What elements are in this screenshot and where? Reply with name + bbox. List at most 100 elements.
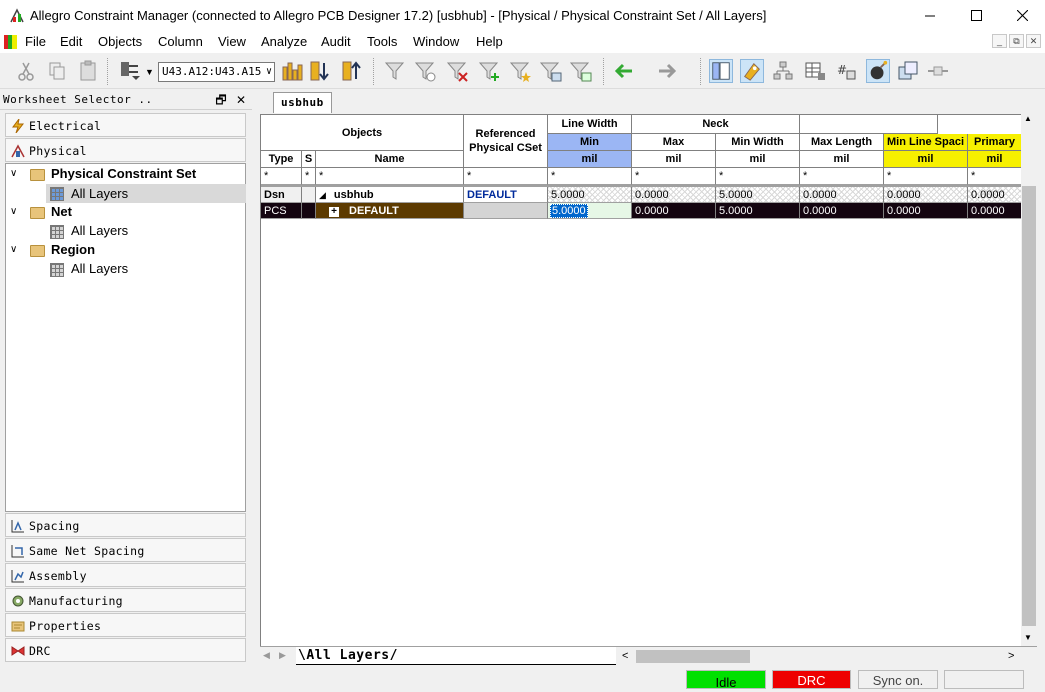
vertical-scroll-thumb[interactable] xyxy=(1022,186,1036,626)
max-header[interactable]: Max xyxy=(632,134,716,151)
expand-pcs-icon[interactable]: ∨ xyxy=(10,168,22,180)
category-properties[interactable]: Properties xyxy=(5,613,246,637)
net-tool-icon[interactable] xyxy=(118,59,142,83)
filter-remove-icon[interactable] xyxy=(445,59,469,83)
menu-audit[interactable]: Audit xyxy=(321,34,351,49)
referenced-cset-header[interactable]: Referenced Physical CSet xyxy=(464,115,548,168)
back-arrow-icon[interactable] xyxy=(612,59,636,83)
windows-icon[interactable] xyxy=(896,59,920,83)
chevron-down-icon[interactable]: ∨ xyxy=(266,63,272,81)
document-tab-usbhub[interactable]: usbhub xyxy=(273,92,332,113)
number-grid-icon[interactable]: # xyxy=(834,59,858,83)
net-tool-dropdown-icon[interactable]: ▼ xyxy=(145,67,154,77)
mdi-restore-button[interactable]: ⧉ xyxy=(1009,34,1024,48)
tree-item-region-all-layers[interactable]: All Layers xyxy=(71,261,128,280)
category-same-net-spacing[interactable]: Same Net Spacing xyxy=(5,538,246,562)
filter-type[interactable]: * xyxy=(261,168,302,185)
copy-icon[interactable] xyxy=(45,59,69,83)
scroll-up-icon[interactable]: ▲ xyxy=(1024,114,1032,123)
filter-star-icon[interactable] xyxy=(508,59,532,83)
hscroll-right-icon[interactable]: > xyxy=(1008,650,1014,662)
net-selector-combo[interactable]: U43.A12:U43.A15 ∨ xyxy=(158,62,275,82)
row-dsn-s[interactable] xyxy=(302,187,316,203)
filter-s[interactable]: * xyxy=(302,168,316,185)
expand-region-icon[interactable]: ∨ xyxy=(10,244,22,256)
sort-descending-icon[interactable] xyxy=(308,59,332,83)
restore-icon[interactable]: 🗗 xyxy=(215,93,226,107)
filter-min-width[interactable]: * xyxy=(716,168,800,185)
sort-ascending-icon[interactable] xyxy=(340,59,364,83)
hscroll-left-icon[interactable]: < xyxy=(622,650,628,662)
hierarchy-icon[interactable] xyxy=(771,59,795,83)
category-physical[interactable]: Physical xyxy=(5,138,246,162)
mdi-minimize-button[interactable]: _ xyxy=(992,34,1007,48)
filter-table-icon[interactable] xyxy=(568,59,592,83)
category-spacing[interactable]: Spacing xyxy=(5,513,246,537)
menu-column[interactable]: Column xyxy=(158,34,203,49)
row-pcs-name-cell[interactable]: + DEFAULT xyxy=(316,203,464,219)
menu-file[interactable]: File xyxy=(25,34,46,49)
show-details-icon[interactable] xyxy=(740,59,764,83)
horizontal-scroll-thumb[interactable] xyxy=(636,650,750,663)
collapse-triangle-icon[interactable]: ◢ xyxy=(319,190,326,200)
row-pcs-min-line-spacing[interactable]: 0.0000 xyxy=(884,203,968,219)
max-length-header[interactable]: Max Length xyxy=(800,134,884,151)
filter-min[interactable]: * xyxy=(548,168,632,185)
mdi-close-button[interactable]: ✕ xyxy=(1026,34,1041,48)
cut-icon[interactable] xyxy=(14,59,38,83)
filter-name[interactable]: * xyxy=(316,168,464,185)
row-dsn-min[interactable]: 5.0000 xyxy=(548,187,632,203)
close-panel-icon[interactable]: ✕ xyxy=(236,93,246,107)
min-header[interactable]: Min xyxy=(548,134,632,151)
row-pcs-min[interactable]: 5.0000 xyxy=(550,204,588,218)
row-pcs-primary[interactable]: 0.0000 xyxy=(968,203,1022,219)
menu-view[interactable]: View xyxy=(218,34,246,49)
filter-primary[interactable]: * xyxy=(968,168,1022,185)
tree-item-net-all-layers[interactable]: All Layers xyxy=(71,223,128,242)
category-drc[interactable]: DRC xyxy=(5,638,246,662)
filter-icon[interactable] xyxy=(383,59,407,83)
status-drc[interactable]: DRC xyxy=(772,670,851,689)
row-dsn-name-cell[interactable]: ◢ usbhub xyxy=(316,187,464,203)
menu-tools[interactable]: Tools xyxy=(367,34,397,49)
row-dsn-ref[interactable]: DEFAULT xyxy=(464,187,548,203)
row-pcs-s[interactable] xyxy=(302,203,316,219)
expand-net-icon[interactable]: ∨ xyxy=(10,206,22,218)
scroll-down-icon[interactable]: ▼ xyxy=(1024,633,1032,642)
tree-item-net[interactable]: Net xyxy=(51,204,72,223)
type-header[interactable]: Type xyxy=(261,151,302,168)
forward-arrow-icon[interactable] xyxy=(655,59,679,83)
category-manufacturing[interactable]: Manufacturing xyxy=(5,588,246,612)
close-button[interactable] xyxy=(999,0,1045,31)
min-line-spacing-header[interactable]: Min Line Spaci xyxy=(884,134,968,151)
row-dsn-max-length[interactable]: 0.0000 xyxy=(800,187,884,203)
row-pcs-min-width[interactable]: 5.0000 xyxy=(716,203,800,219)
row-dsn-primary[interactable]: 0.0000 xyxy=(968,187,1022,203)
bomb-icon[interactable] xyxy=(866,59,890,83)
row-pcs-max[interactable]: 0.0000 xyxy=(632,203,716,219)
category-assembly[interactable]: Assembly xyxy=(5,563,246,587)
row-dsn-type[interactable]: Dsn xyxy=(261,187,302,203)
sheet-tab-all-layers[interactable]: \All Layers/ xyxy=(298,647,398,665)
name-header[interactable]: Name xyxy=(316,151,464,168)
tree-item-physical-constraint-set[interactable]: Physical Constraint Set xyxy=(51,166,196,185)
min-width-header[interactable]: Min Width xyxy=(716,134,800,151)
filter-max-length[interactable]: * xyxy=(800,168,884,185)
worksheet-selector-icon[interactable] xyxy=(709,59,733,83)
histogram-icon[interactable] xyxy=(280,59,304,83)
row-pcs-max-length[interactable]: 0.0000 xyxy=(800,203,884,219)
filter-ref[interactable]: * xyxy=(464,168,548,185)
s-header[interactable]: S xyxy=(302,151,316,168)
vertical-scrollbar[interactable]: ▲ ▼ xyxy=(1021,114,1037,646)
table-layout-icon[interactable] xyxy=(803,59,827,83)
primary-header[interactable]: Primary xyxy=(968,134,1022,151)
row-pcs-type[interactable]: PCS xyxy=(261,203,302,219)
tree-item-region[interactable]: Region xyxy=(51,242,95,261)
filter-clear-icon[interactable] xyxy=(413,59,437,83)
expand-plus-icon[interactable]: + xyxy=(329,207,339,217)
menu-objects[interactable]: Objects xyxy=(98,34,142,49)
filter-min-line-spacing[interactable]: * xyxy=(884,168,968,185)
sheet-prev-icon[interactable]: ◀ xyxy=(263,650,270,661)
filter-grid-icon[interactable] xyxy=(538,59,562,83)
menu-edit[interactable]: Edit xyxy=(60,34,82,49)
